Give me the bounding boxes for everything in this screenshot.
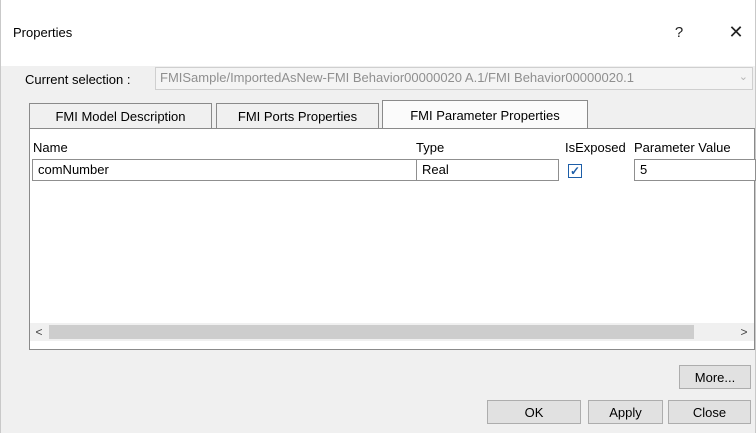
help-button[interactable]: ? bbox=[667, 20, 691, 44]
scrollbar-thumb[interactable] bbox=[49, 325, 694, 339]
current-selection-dropdown[interactable]: FMISample/ImportedAsNew-FMI Behavior0000… bbox=[155, 67, 753, 90]
scroll-left-icon[interactable]: < bbox=[30, 323, 48, 341]
close-button[interactable]: Close bbox=[668, 400, 751, 424]
horizontal-scrollbar[interactable]: < > bbox=[30, 323, 754, 341]
table-cell-name[interactable]: comNumber bbox=[32, 159, 417, 181]
apply-button[interactable]: Apply bbox=[588, 400, 663, 424]
tab-fmi-model-description[interactable]: FMI Model Description bbox=[29, 103, 212, 128]
dialog-title: Properties bbox=[13, 25, 73, 40]
title-bar: Properties ? ✕ bbox=[1, 0, 755, 66]
chevron-down-icon: ⌄ bbox=[738, 71, 748, 83]
parameter-value-input[interactable]: 5 bbox=[634, 159, 756, 181]
checkmark-icon: ✓ bbox=[569, 164, 581, 178]
current-selection-label: Current selection : bbox=[25, 72, 131, 87]
close-window-button[interactable]: ✕ bbox=[724, 20, 748, 44]
tab-fmi-parameter-properties[interactable]: FMI Parameter Properties bbox=[382, 100, 588, 130]
table-cell-type[interactable]: Real bbox=[416, 159, 559, 181]
column-header-type[interactable]: Type bbox=[416, 140, 444, 155]
tab-fmi-ports-properties[interactable]: FMI Ports Properties bbox=[216, 103, 379, 128]
column-header-isexposed[interactable]: IsExposed bbox=[565, 140, 626, 155]
current-selection-value: FMISample/ImportedAsNew-FMI Behavior0000… bbox=[160, 70, 635, 85]
ok-button[interactable]: OK bbox=[487, 400, 581, 424]
scroll-right-icon[interactable]: > bbox=[735, 323, 753, 341]
column-header-parameter-value[interactable]: Parameter Value bbox=[634, 140, 731, 155]
isexposed-checkbox[interactable]: ✓ bbox=[568, 164, 582, 178]
properties-dialog: Properties ? ✕ Current selection : FMISa… bbox=[0, 0, 756, 433]
column-header-name[interactable]: Name bbox=[33, 140, 68, 155]
more-button[interactable]: More... bbox=[679, 365, 751, 389]
parameter-table-panel: Name Type IsExposed Parameter Value comN… bbox=[29, 128, 756, 350]
